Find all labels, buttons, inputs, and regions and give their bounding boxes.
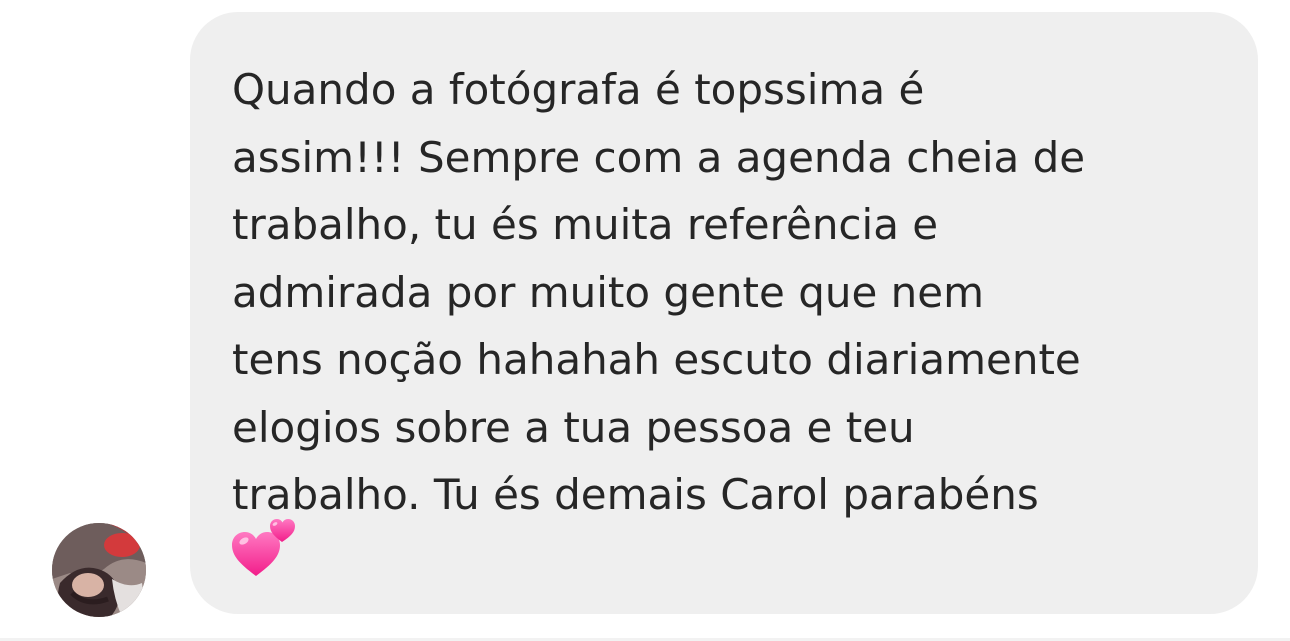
- message-line: elogios sobre a tua pessoa e teu: [232, 402, 915, 452]
- message-line: trabalho. Tu és demais Carol parabéns: [232, 470, 1039, 519]
- message-line: admirada por muito gente que nem: [232, 267, 985, 317]
- message-text: Quando a fotógrafa é topssima é assim!!!…: [232, 56, 1222, 529]
- chat-screen: Quando a fotógrafa é topssima é assim!!!…: [0, 0, 1290, 641]
- message-line: Quando a fotógrafa é topssima é: [232, 65, 925, 114]
- sender-avatar[interactable]: [52, 523, 146, 617]
- message-line: trabalho, tu és muita referência e: [232, 200, 939, 249]
- message-row: Quando a fotógrafa é topssima é assim!!!…: [0, 0, 1290, 641]
- message-line: tens noção hahahah escuto diariamente: [232, 335, 1081, 384]
- two-hearts-icon: [230, 512, 300, 582]
- profile-photo-icon: [52, 523, 146, 617]
- message-line: assim!!! Sempre com a agenda cheia de: [232, 132, 1086, 182]
- message-bubble[interactable]: Quando a fotógrafa é topssima é assim!!!…: [190, 12, 1258, 614]
